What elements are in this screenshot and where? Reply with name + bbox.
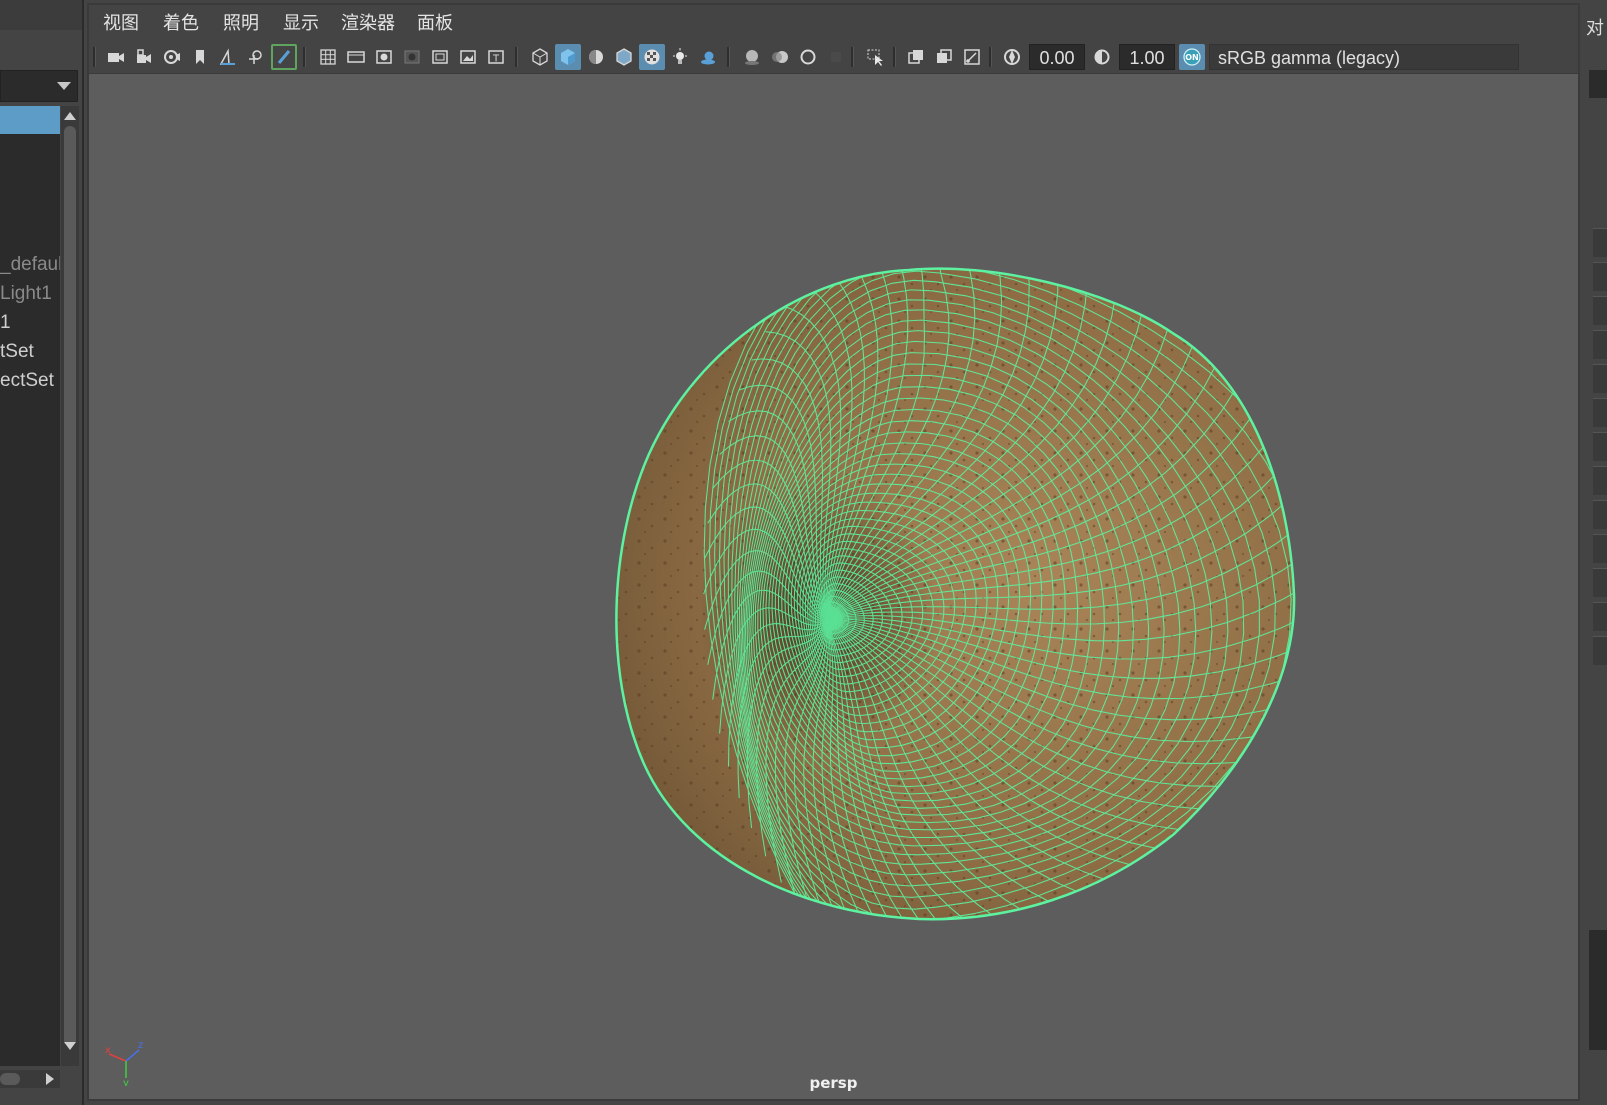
textured-icon[interactable] [639, 44, 665, 70]
safe-action-icon[interactable] [455, 44, 481, 70]
film-gate-icon[interactable] [343, 44, 369, 70]
camera-attributes-icon[interactable] [159, 44, 185, 70]
outliner-item[interactable]: ectSet [0, 367, 60, 395]
right-panel-slot[interactable] [1593, 466, 1607, 495]
outliner-selected-item[interactable] [0, 106, 60, 134]
right-panel-slot[interactable] [1593, 636, 1607, 665]
multisample-anti-aliasing-icon[interactable] [795, 44, 821, 70]
right-panel-slot[interactable] [1593, 398, 1607, 427]
menu-lighting[interactable]: 照明 [215, 5, 267, 41]
lock-camera-icon[interactable] [131, 44, 157, 70]
right-panel-slot[interactable] [1593, 296, 1607, 325]
two-d-pan-zoom-icon[interactable] [243, 44, 269, 70]
outliner-panel: _defaul Light1 1 tSet ectSet [0, 0, 84, 1105]
3d-viewport[interactable]: x z y persp [89, 74, 1578, 1099]
screen-space-ambient-occlusion-icon[interactable] [739, 44, 765, 70]
svg-text:T: T [492, 54, 500, 65]
right-panel-slot[interactable] [1593, 330, 1607, 359]
right-panel-slot[interactable] [1593, 500, 1607, 529]
menu-renderer[interactable]: 渲染器 [333, 5, 403, 41]
panel-menubar: 视图 着色 照明 显示 渲染器 面板 [89, 5, 1578, 41]
right-panel-slot[interactable] [1593, 228, 1607, 257]
right-panel-slot[interactable] [1593, 262, 1607, 291]
image-plane-icon[interactable] [215, 44, 241, 70]
outliner-item[interactable]: 1 [0, 309, 60, 337]
x-ray-active-components-icon[interactable] [931, 44, 957, 70]
axis-z-label: z [138, 1040, 143, 1051]
depth-of-field-icon[interactable] [823, 44, 849, 70]
wireframe-icon[interactable] [527, 44, 553, 70]
outliner-item[interactable]: _defaul [0, 251, 60, 279]
x-ray-icon[interactable] [903, 44, 929, 70]
chevron-down-icon[interactable] [57, 82, 71, 90]
right-panel-slot[interactable] [1593, 534, 1607, 563]
scrollbar-thumb[interactable] [0, 1073, 20, 1085]
gamma-field[interactable]: 1.00 [1119, 44, 1175, 70]
x-ray-joints-icon[interactable] [959, 44, 985, 70]
resolution-gate-icon[interactable] [371, 44, 397, 70]
color-management-toggle[interactable]: ON [1179, 44, 1205, 70]
field-chart-icon[interactable] [427, 44, 453, 70]
menu-shading[interactable]: 着色 [155, 5, 207, 41]
scroll-up-icon[interactable] [64, 112, 76, 120]
gamma-icon[interactable] [1089, 44, 1115, 70]
right-panel-field[interactable] [1589, 70, 1607, 98]
exposure-icon[interactable] [999, 44, 1025, 70]
right-panel-slot[interactable] [1593, 568, 1607, 597]
default-material-icon[interactable] [583, 44, 609, 70]
scroll-right-icon[interactable] [46, 1073, 54, 1085]
safe-title-icon[interactable]: T [483, 44, 509, 70]
right-panel-slot[interactable] [1593, 364, 1607, 393]
menu-show[interactable]: 显示 [275, 5, 327, 41]
motion-blur-icon[interactable] [767, 44, 793, 70]
menu-panels[interactable]: 面板 [409, 5, 461, 41]
exposure-field[interactable]: 0.00 [1029, 44, 1085, 70]
panel-toolbar: T 0.00 1.00 ON sRGB gamma (legacy) [89, 41, 1578, 74]
scroll-down-icon[interactable] [64, 1042, 76, 1050]
grid-icon[interactable] [315, 44, 341, 70]
potato-mesh[interactable] [89, 74, 1578, 1099]
gate-mask-icon[interactable] [399, 44, 425, 70]
scrollbar-thumb[interactable] [64, 126, 76, 1046]
right-panel-slot[interactable] [1593, 602, 1607, 631]
outliner-item[interactable]: tSet [0, 338, 60, 366]
smooth-shade-icon[interactable] [555, 44, 581, 70]
outliner-header [0, 0, 82, 30]
shadows-icon[interactable] [695, 44, 721, 70]
right-panel-header: 对 [1586, 18, 1604, 38]
wireframe-on-shaded-icon[interactable] [611, 44, 637, 70]
right-panel-slot[interactable] [1593, 432, 1607, 461]
select-camera-icon[interactable] [103, 44, 129, 70]
outliner-vertical-scrollbar[interactable] [61, 106, 79, 1066]
bookmark-icon[interactable] [187, 44, 213, 70]
viewport-panel: 视图 着色 照明 显示 渲染器 面板 T 0.00 1.00 ON sRGB g… [87, 3, 1580, 1101]
outliner-horizontal-scrollbar[interactable] [0, 1070, 60, 1088]
color-management-toggle-label: ON [1185, 52, 1199, 62]
outliner-list: _defaul Light1 1 tSet ectSet [0, 106, 60, 1066]
view-transform-selector[interactable]: sRGB gamma (legacy) [1209, 44, 1519, 70]
right-panel-area [1589, 930, 1607, 1050]
outliner-item[interactable]: Light1 [0, 280, 60, 308]
attribute-editor-edge: 对 [1582, 0, 1607, 1105]
isolate-select-icon[interactable] [863, 44, 889, 70]
outliner-filter-dropdown[interactable] [0, 70, 78, 102]
camera-name-label: persp [809, 1074, 858, 1092]
use-all-lights-icon[interactable] [667, 44, 693, 70]
grease-pencil-icon[interactable] [271, 44, 297, 70]
axis-x-label: x [105, 1045, 111, 1056]
menu-view[interactable]: 视图 [95, 5, 147, 41]
